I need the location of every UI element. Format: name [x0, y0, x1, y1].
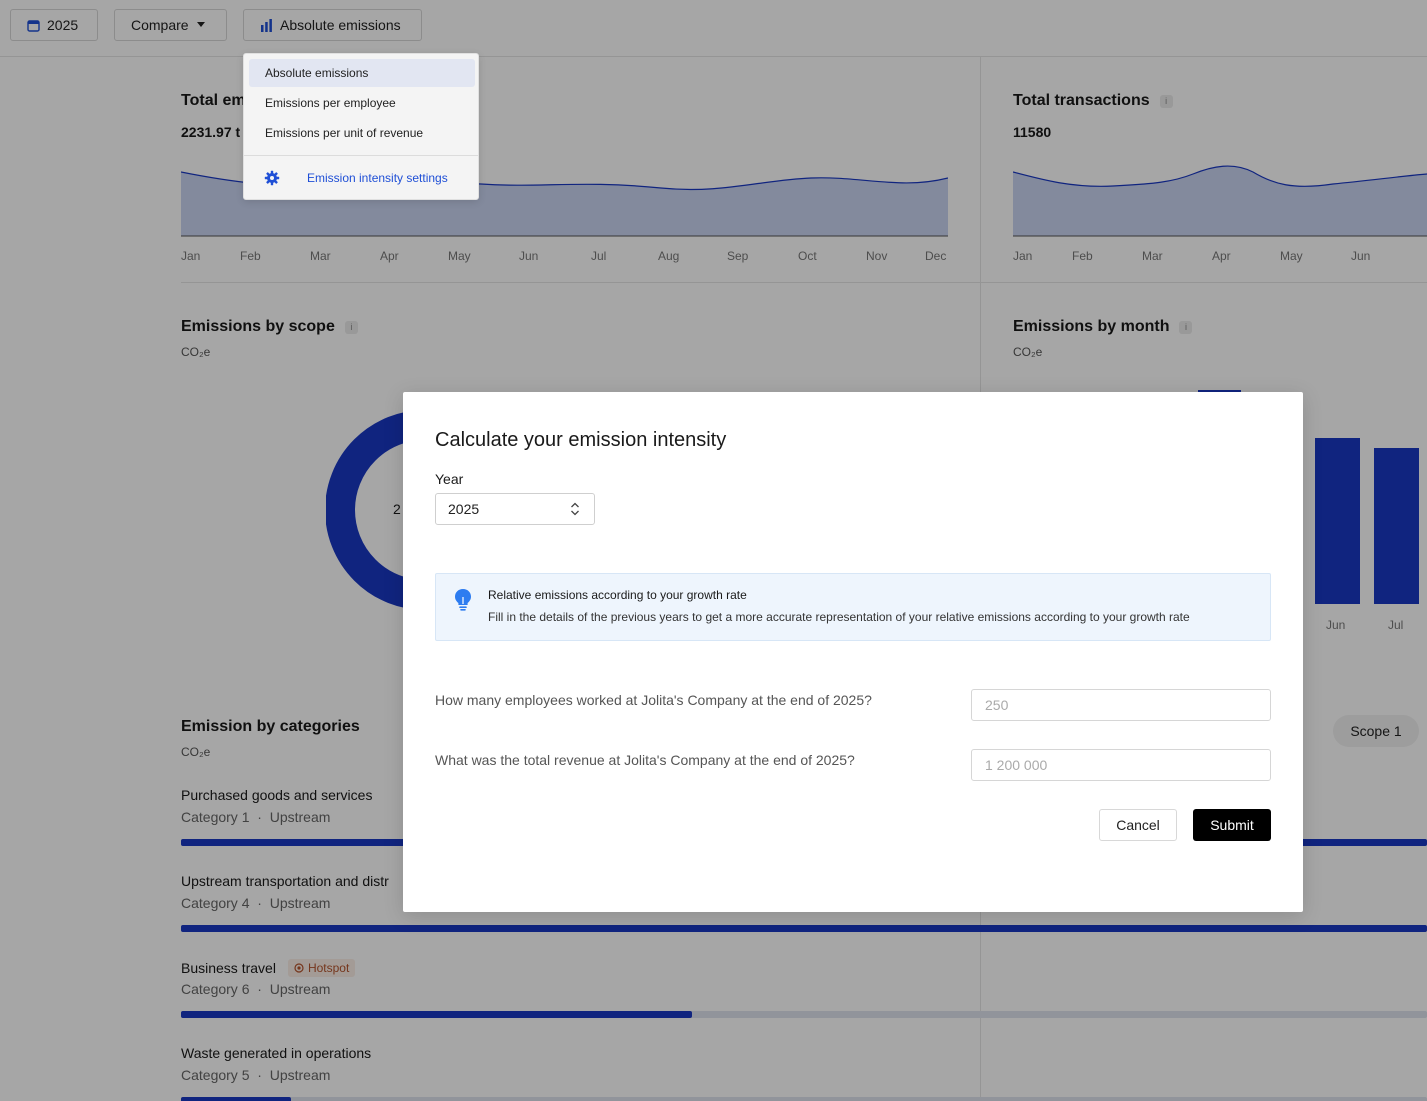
year-select-value: 2025 [448, 501, 480, 517]
lightbulb-icon [455, 589, 471, 611]
employees-input[interactable] [971, 689, 1271, 721]
menu-divider [244, 155, 478, 156]
menu-item-absolute-emissions[interactable]: Absolute emissions [249, 59, 475, 87]
submit-button[interactable]: Submit [1193, 809, 1271, 841]
emission-intensity-modal: Calculate your emission intensity Year 2… [403, 392, 1303, 912]
emission-intensity-settings-link[interactable]: Emission intensity settings [264, 170, 448, 186]
employees-question: How many employees worked at Jolita's Co… [435, 692, 872, 708]
info-box-title: Relative emissions according to your gro… [488, 588, 747, 602]
menu-item-emissions-per-revenue[interactable]: Emissions per unit of revenue [249, 119, 475, 147]
info-box-body: Fill in the details of the previous year… [488, 610, 1190, 624]
revenue-question: What was the total revenue at Jolita's C… [435, 752, 855, 768]
gear-icon [264, 170, 280, 186]
emission-intensity-settings-label: Emission intensity settings [307, 171, 448, 185]
emission-mode-menu: Absolute emissions Emissions per employe… [243, 53, 479, 200]
growth-rate-info-box: Relative emissions according to your gro… [435, 573, 1271, 641]
modal-title: Calculate your emission intensity [435, 429, 727, 451]
cancel-button[interactable]: Cancel [1099, 809, 1177, 841]
year-select[interactable]: 2025 [435, 493, 595, 525]
year-label: Year [435, 471, 464, 487]
menu-item-emissions-per-employee[interactable]: Emissions per employee [249, 89, 475, 117]
up-down-chevron-icon [571, 502, 579, 516]
revenue-input[interactable] [971, 749, 1271, 781]
